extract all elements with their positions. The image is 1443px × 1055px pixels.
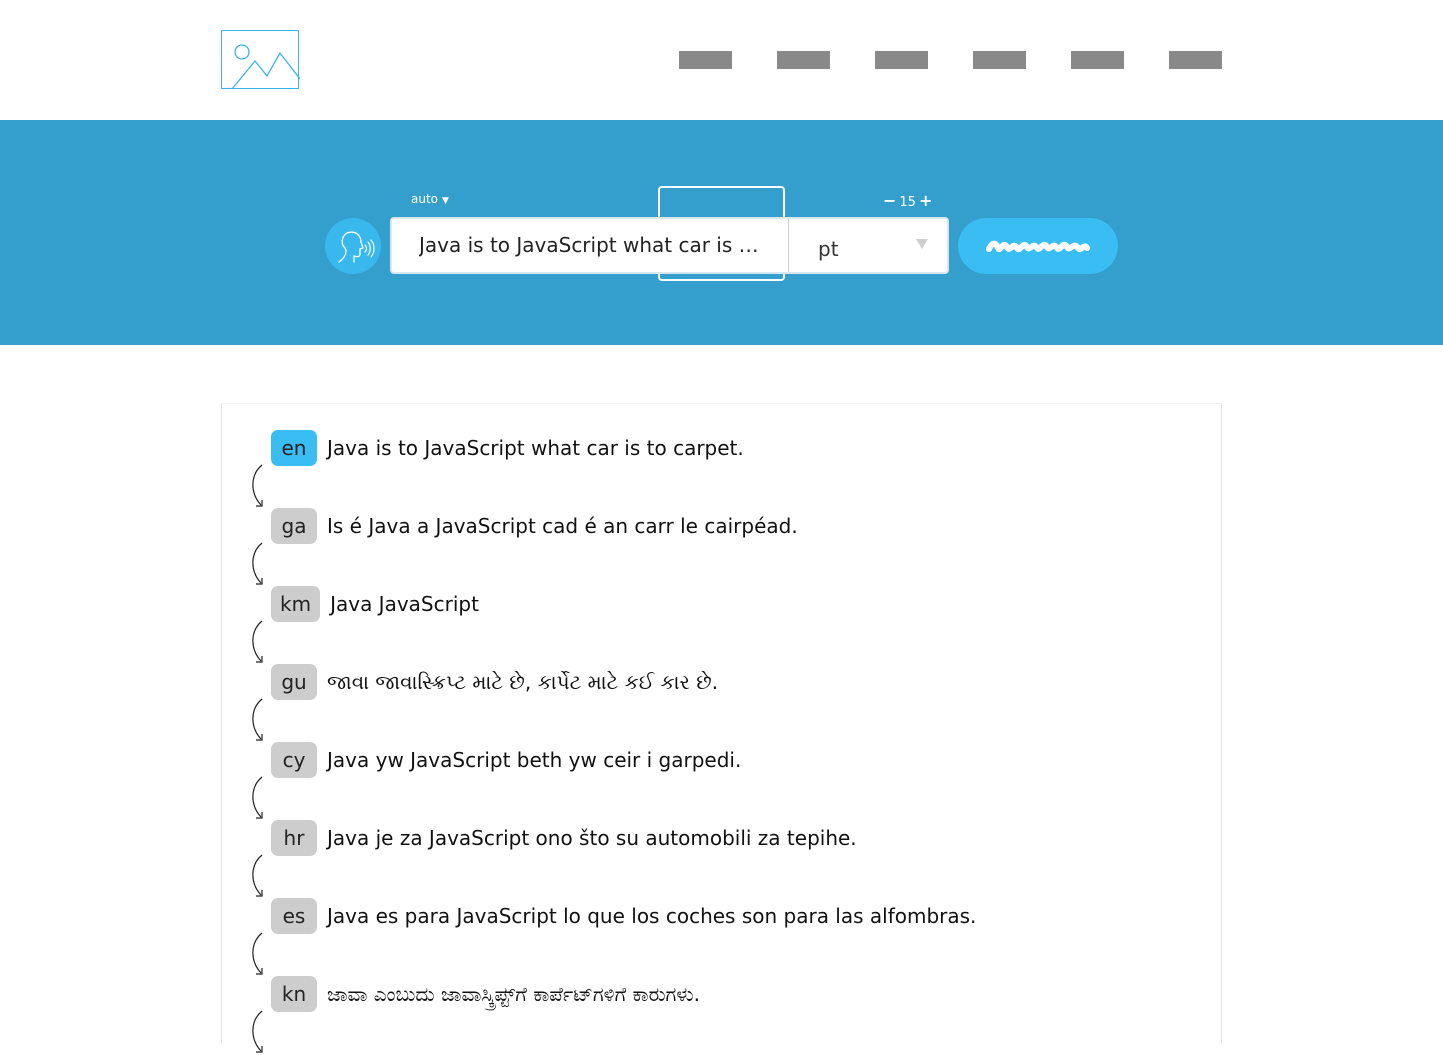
- curved-arrow-icon: [252, 698, 263, 741]
- curved-arrow-icon: [252, 620, 263, 663]
- input-divider: [788, 219, 789, 272]
- translated-text: Java yw JavaScript beth yw ceir i garped…: [327, 748, 742, 772]
- result-row-en: en Java is to JavaScript what car is to c…: [271, 430, 744, 466]
- scribble-label-icon: [986, 240, 1090, 253]
- translated-text: Java je za JavaScript ono što su automob…: [327, 826, 857, 850]
- nav-item-4[interactable]: [973, 51, 1026, 69]
- curved-arrow-icon: [252, 464, 263, 507]
- speaking-head-icon: [338, 231, 375, 263]
- translated-text: જાવા જાવાસ્ક્રિપ્ટ માટે છે, કાર્પેટ માટે…: [327, 670, 719, 694]
- translated-text: Java is to JavaScript what car is to car…: [327, 436, 744, 460]
- target-language-select[interactable]: pt: [818, 237, 839, 261]
- language-code-badge[interactable]: en: [271, 430, 317, 466]
- site-header: [0, 0, 1443, 120]
- decrement-button[interactable]: −: [883, 191, 896, 210]
- result-row-gu: gu જાવા જાવાસ્ક્રિપ્ટ માટે છે, કાર્પેટ મા…: [271, 664, 718, 700]
- nav-item-1[interactable]: [679, 51, 732, 69]
- results-card: [221, 403, 1222, 1043]
- nav-item-5[interactable]: [1071, 51, 1124, 69]
- translated-text: Is é Java a JavaScript cad é an carr le …: [327, 514, 798, 538]
- translated-text: ಜಾವಾ ಎಂಬುದು ಜಾವಾಸ್ಕ್ರಿಪ್ಟ್‌ಗೆ ಕಾರ್ಪೆಟ್‌ಗ…: [327, 982, 700, 1006]
- result-row-km: km Java JavaScript: [271, 586, 479, 622]
- curved-arrow-icon: [252, 776, 263, 819]
- language-code-badge[interactable]: es: [271, 898, 317, 934]
- language-code-badge[interactable]: ga: [271, 508, 317, 544]
- result-row-cy: cy Java yw JavaScript beth yw ceir i garp…: [271, 742, 741, 778]
- language-code-badge[interactable]: kn: [271, 976, 317, 1012]
- language-code-badge[interactable]: cy: [271, 742, 317, 778]
- language-code-badge[interactable]: hr: [271, 820, 317, 856]
- result-row-kn: kn ಜಾವಾ ಎಂಬುದು ಜಾವಾಸ್ಕ್ರಿಪ್ಟ್‌ಗೆ ಕಾರ್ಪೆಟ್…: [271, 976, 700, 1012]
- translated-text: Java JavaScript: [330, 592, 479, 616]
- iteration-counter: −15 +: [883, 191, 932, 210]
- translate-button[interactable]: [958, 218, 1118, 274]
- source-language-label: auto: [411, 192, 439, 206]
- curved-arrow-icon: [252, 854, 263, 897]
- caret-down-icon: ▼: [442, 196, 449, 206]
- nav-item-2[interactable]: [777, 51, 830, 69]
- nav-item-6[interactable]: [1169, 51, 1222, 69]
- result-row-ga: ga Is é Java a JavaScript cad é an carr l…: [271, 508, 798, 544]
- result-row-hr: hr Java je za JavaScript ono što su autom…: [271, 820, 857, 856]
- language-code-badge[interactable]: km: [271, 586, 321, 622]
- count-value: 15: [899, 195, 916, 210]
- increment-button[interactable]: +: [919, 191, 932, 210]
- language-code-badge[interactable]: gu: [271, 664, 317, 700]
- translated-text: Java es para JavaScript lo que los coche…: [327, 904, 977, 928]
- result-row-es: es Java es para JavaScript lo que los coc…: [271, 898, 976, 934]
- speak-button[interactable]: [325, 218, 381, 274]
- image-placeholder-icon[interactable]: [221, 30, 300, 90]
- curved-arrow-icon: [252, 1010, 263, 1053]
- chevron-down-icon[interactable]: [916, 239, 928, 249]
- nav-item-3[interactable]: [875, 51, 928, 69]
- phrase-input[interactable]: Java is to JavaScript what car is t…: [419, 233, 764, 257]
- translate-input-group: Java is to JavaScript what car is t… pt: [390, 217, 949, 274]
- source-language-select[interactable]: auto ▼: [411, 192, 449, 206]
- curved-arrow-icon: [252, 932, 263, 975]
- curved-arrow-icon: [252, 542, 263, 585]
